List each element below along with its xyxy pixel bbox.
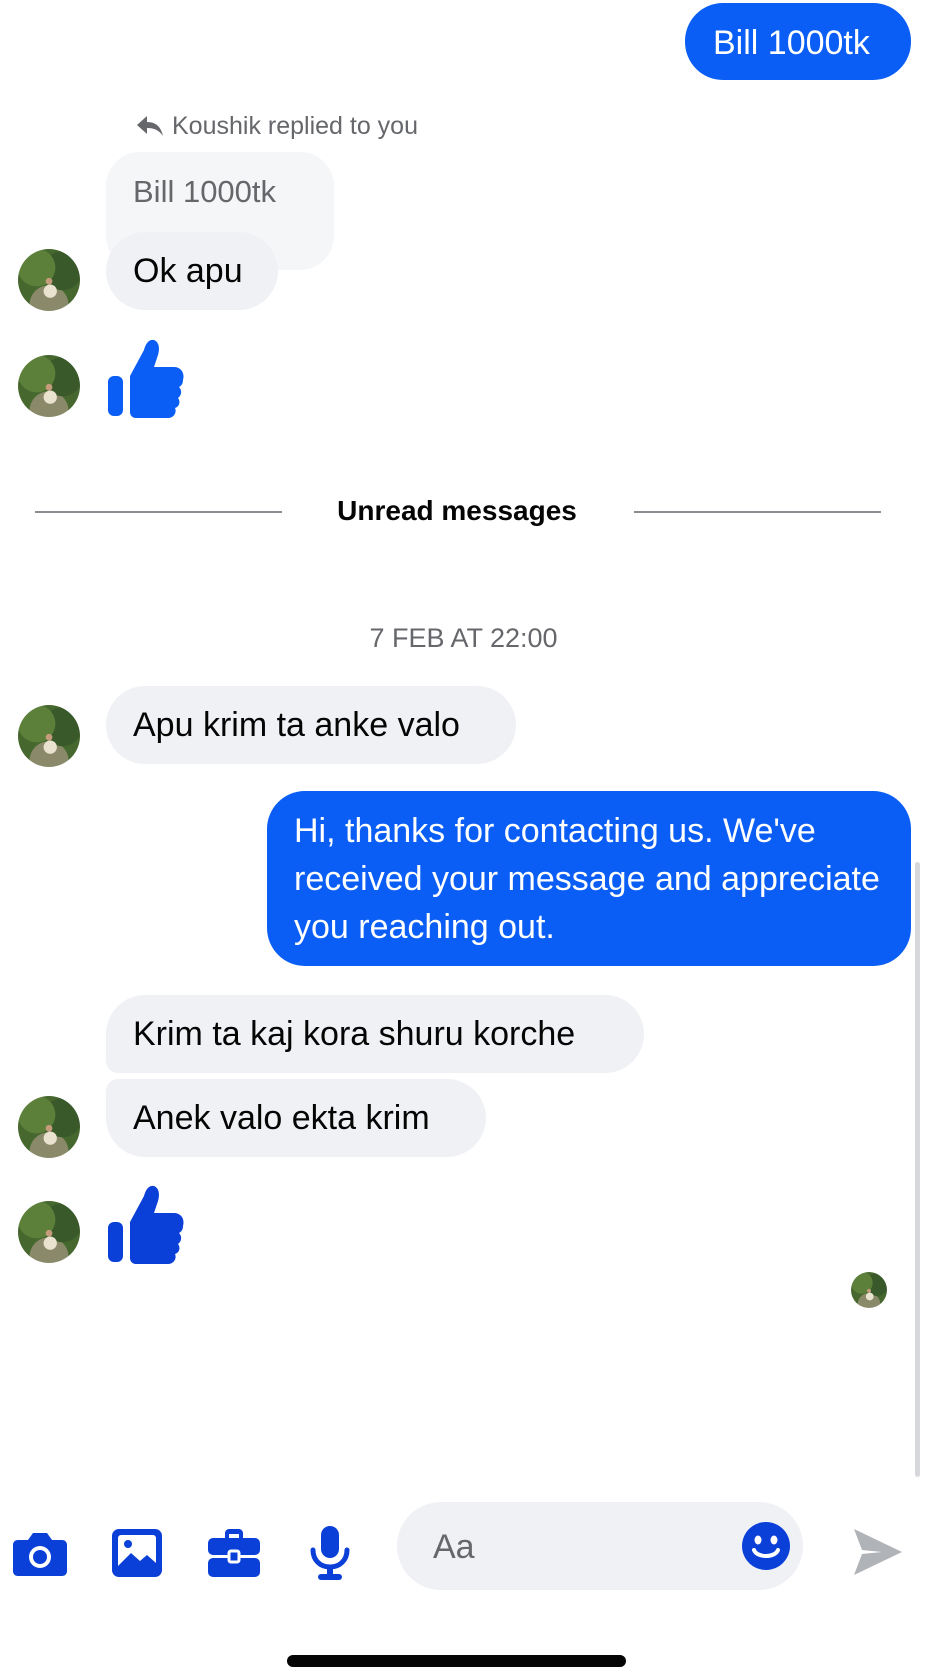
incoming-message-krim-kaj[interactable]: Krim ta kaj kora shuru korche [106,995,644,1073]
scrollbar[interactable] [915,862,920,1477]
send-icon[interactable] [852,1527,904,1577]
reply-context-label: Koushik replied to you [172,111,418,140]
message-text: Anek valo ekta krim [133,1099,430,1137]
unread-messages-label: Unread messages [337,495,577,526]
divider-line-left [35,511,282,513]
home-indicator[interactable] [287,1655,626,1667]
thumbs-up-icon[interactable] [106,1182,184,1266]
reply-arrow-icon [136,115,164,137]
message-text: Ok apu [133,252,243,290]
incoming-message-anek-valo[interactable]: Anek valo ekta krim [106,1079,486,1157]
microphone-icon[interactable] [309,1525,351,1581]
message-timestamp: 7 FEB AT 22:00 [369,623,558,653]
avatar-koushik[interactable] [18,1201,80,1263]
message-text: Apu krim ta anke valo [133,706,460,744]
avatar-koushik[interactable] [18,249,80,311]
briefcase-icon[interactable] [207,1528,261,1578]
camera-icon[interactable] [12,1531,68,1577]
avatar-koushik[interactable] [18,355,80,417]
outgoing-message-auto-reply[interactable]: Hi, thanks for contacting us. We've rece… [267,791,911,966]
quoted-text: Bill 1000tk [133,174,277,209]
emoji-icon[interactable] [741,1521,791,1571]
message-input[interactable] [431,1502,735,1592]
incoming-message-ok-apu[interactable]: Ok apu [106,232,278,310]
message-text: Hi, thanks for contacting us. We've rece… [294,812,880,946]
incoming-message-apu-krim[interactable]: Apu krim ta anke valo [106,686,516,764]
outgoing-message-bill[interactable]: Bill 1000tk [685,3,911,80]
message-text: Bill 1000tk [713,24,870,62]
read-receipt-avatar [851,1272,887,1308]
message-composer[interactable] [397,1502,803,1592]
avatar-koushik[interactable] [18,705,80,767]
message-text: Krim ta kaj kora shuru korche [133,1015,576,1053]
thumbs-up-icon[interactable] [106,336,184,420]
reply-context: Koushik replied to you [136,110,418,142]
gallery-icon[interactable] [111,1528,163,1578]
divider-line-right [634,511,881,513]
avatar-koushik[interactable] [18,1096,80,1158]
